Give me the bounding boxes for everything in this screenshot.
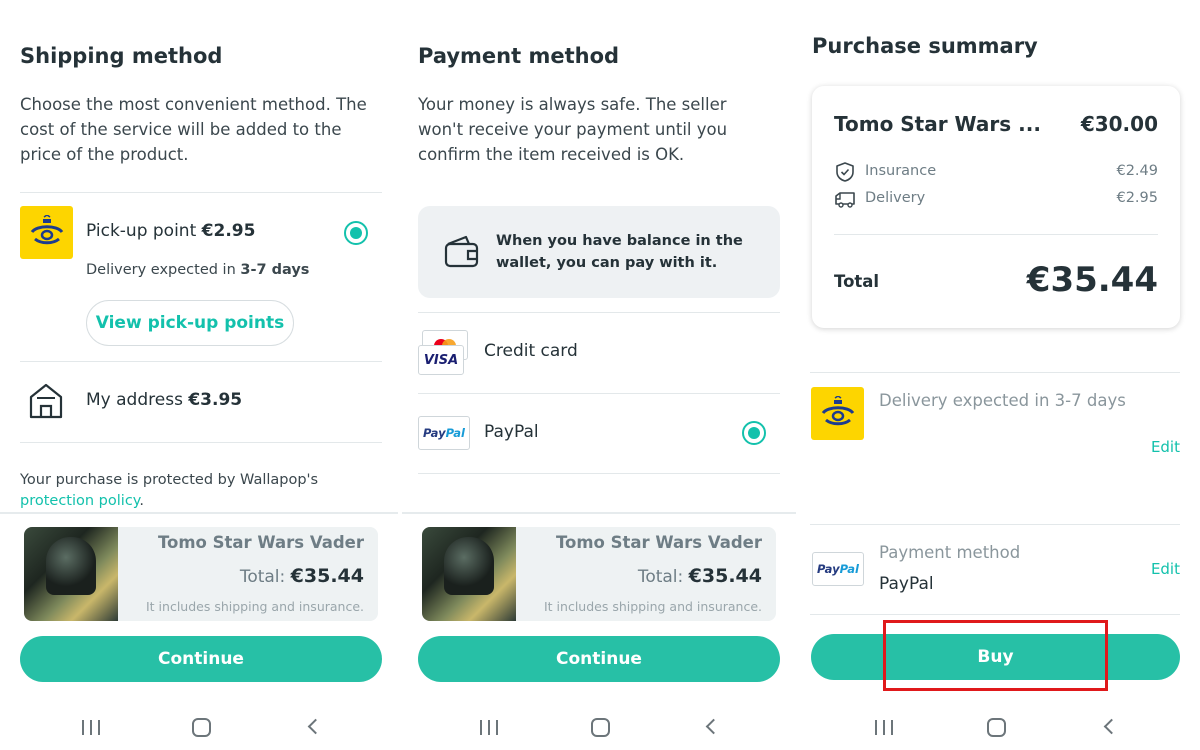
- delivery-label: Delivery: [865, 190, 926, 206]
- edit-delivery-link[interactable]: Edit: [1151, 438, 1180, 456]
- my-address-price: €3.95: [188, 390, 243, 410]
- home-icon[interactable]: [987, 718, 1006, 737]
- credit-card-label: Credit card: [484, 341, 578, 361]
- payment-method-label: Payment method: [879, 543, 1021, 562]
- pickup-delivery-estimate: Delivery expected in 3-7 days: [86, 262, 310, 278]
- payment-description: Your money is always safe. The seller wo…: [418, 95, 728, 164]
- my-address-label: My address: [86, 390, 183, 410]
- purchase-summary-card: Tomo Star Wars ... €30.00 Insurance €2.4…: [812, 86, 1180, 328]
- payment-method-screen: Payment method Your money is always safe…: [402, 0, 796, 750]
- divider: [20, 192, 382, 193]
- summary-total-label: Total: [834, 272, 880, 291]
- continue-button[interactable]: Continue: [418, 636, 780, 682]
- protection-policy-link[interactable]: protection policy: [20, 493, 139, 509]
- product-title: Tomo Star Wars Vader: [555, 533, 762, 552]
- divider: [418, 473, 780, 474]
- divider: [20, 442, 382, 443]
- paypal-radio-selected[interactable]: [742, 421, 766, 445]
- android-nav-bar: [0, 712, 398, 742]
- recents-icon[interactable]: [480, 720, 498, 735]
- divider: [0, 512, 398, 514]
- pickup-point-price: €2.95: [201, 221, 256, 241]
- divider: [810, 524, 1180, 525]
- pickup-point-label: Pick-up point: [86, 221, 197, 241]
- edit-payment-link[interactable]: Edit: [1151, 560, 1180, 578]
- delivery-price: €2.95: [1116, 190, 1158, 206]
- pickup-point-option[interactable]: Pick-up point €2.95: [86, 221, 255, 241]
- android-nav-bar: [402, 712, 796, 742]
- house-icon: [28, 382, 64, 424]
- product-title: Tomo Star Wars Vader: [157, 533, 364, 552]
- payment-method-value: PayPal: [879, 574, 934, 594]
- product-image: [24, 527, 118, 621]
- wallet-icon: [444, 234, 480, 272]
- wallet-note: When you have balance in the wallet, you…: [496, 233, 743, 271]
- home-icon[interactable]: [591, 718, 610, 737]
- product-total: Total: €35.44: [637, 565, 762, 587]
- my-address-option[interactable]: My address €3.95: [86, 390, 242, 410]
- summary-item-price: €30.00: [1080, 112, 1158, 136]
- recents-icon[interactable]: [82, 720, 100, 735]
- paypal-label: PayPal: [484, 422, 539, 442]
- wallet-info-box: When you have balance in the wallet, you…: [418, 206, 780, 298]
- divider: [418, 312, 780, 313]
- back-icon[interactable]: [307, 718, 324, 735]
- product-note: It includes shipping and insurance.: [146, 599, 364, 614]
- summary-total-value: €35.44: [1026, 260, 1158, 300]
- home-icon[interactable]: [192, 718, 211, 737]
- page-title: Purchase summary: [812, 34, 1038, 58]
- paypal-logo-icon: Pay Pal: [418, 416, 470, 450]
- divider: [810, 372, 1180, 373]
- divider: [418, 393, 780, 394]
- product-summary-card: Tomo Star Wars Vader Total: €35.44 It in…: [24, 527, 378, 621]
- protection-notice: Your purchase is protected by Wallapop's…: [20, 472, 319, 509]
- shipping-method-screen: Shipping method Choose the most convenie…: [0, 0, 398, 750]
- paypal-logo-icon: Pay Pal: [812, 552, 864, 586]
- divider: [834, 234, 1158, 235]
- truck-icon: [834, 190, 858, 212]
- insurance-label: Insurance: [865, 163, 937, 179]
- android-nav-bar: [800, 712, 1200, 742]
- summary-item-name: Tomo Star Wars ...: [834, 112, 1041, 136]
- correos-logo-icon: [811, 387, 864, 440]
- divider: [402, 512, 796, 514]
- product-image: [422, 527, 516, 621]
- insurance-price: €2.49: [1116, 163, 1158, 179]
- visa-icon: VISA: [418, 345, 464, 375]
- correos-logo-icon: [20, 206, 73, 259]
- product-summary-card: Tomo Star Wars Vader Total: €35.44 It in…: [422, 527, 776, 621]
- shield-check-icon: [834, 161, 856, 187]
- delivery-expected-text: Delivery expected in 3-7 days: [879, 391, 1126, 410]
- product-note: It includes shipping and insurance.: [544, 599, 762, 614]
- continue-button[interactable]: Continue: [20, 636, 382, 682]
- pickup-radio-selected[interactable]: [344, 221, 368, 245]
- shipping-description: Choose the most convenient method. The c…: [20, 95, 367, 164]
- recents-icon[interactable]: [875, 720, 893, 735]
- view-pickup-points-button[interactable]: View pick-up points: [86, 300, 294, 346]
- divider: [20, 361, 382, 362]
- back-icon[interactable]: [705, 718, 722, 735]
- divider: [810, 614, 1180, 615]
- page-title: Payment method: [418, 44, 620, 68]
- page-title: Shipping method: [20, 44, 223, 68]
- product-total: Total: €35.44: [239, 565, 364, 587]
- back-icon[interactable]: [1103, 718, 1120, 735]
- buy-button-highlight: [883, 620, 1108, 691]
